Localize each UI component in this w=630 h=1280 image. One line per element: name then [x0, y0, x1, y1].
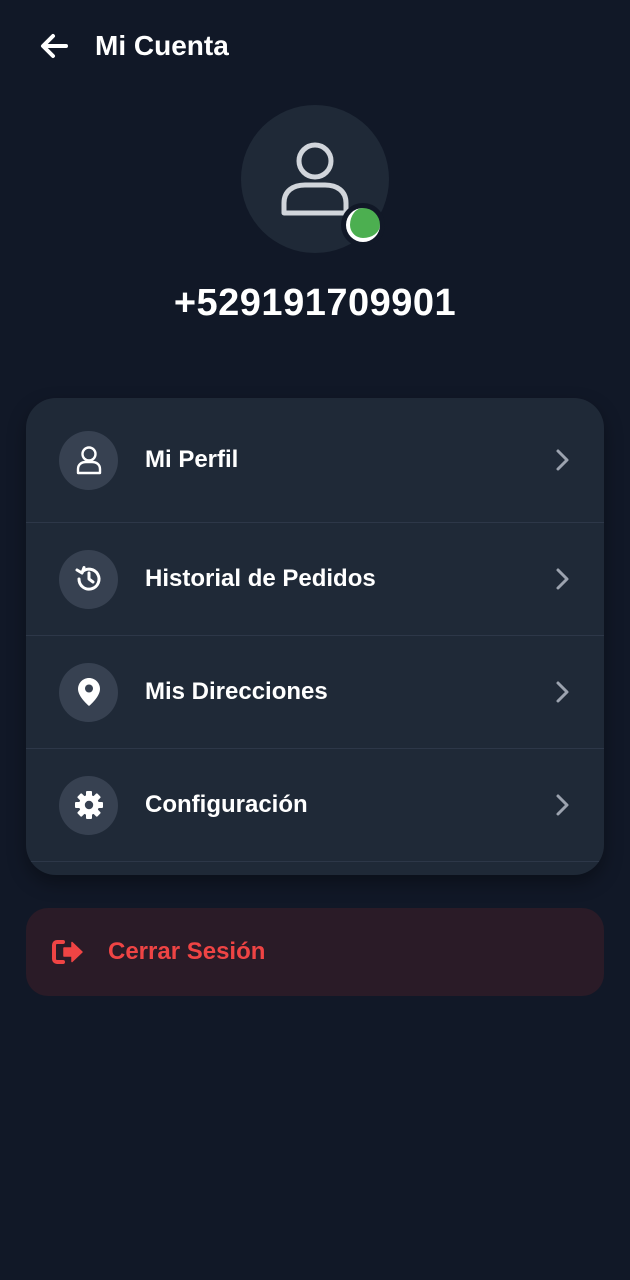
menu-item-label: Historial de Pedidos — [145, 565, 376, 592]
online-status-indicator — [341, 203, 385, 247]
chevron-right-icon — [550, 793, 574, 817]
logout-icon — [52, 936, 84, 968]
menu-icon-circle — [59, 662, 118, 722]
menu-item-addresses[interactable]: Mis Direcciones — [26, 636, 604, 749]
account-screen: Mi Cuenta +529191709901 Mi Perfil Histor… — [0, 0, 630, 1280]
user-icon — [76, 446, 101, 475]
history-icon — [75, 566, 100, 591]
arrow-left-icon — [41, 34, 68, 58]
menu-item-settings[interactable]: Configuración — [26, 749, 604, 862]
chevron-right-icon — [550, 680, 574, 704]
status-dot — [346, 208, 380, 242]
location-pin-icon — [77, 678, 100, 706]
menu-item-label: Configuración — [145, 791, 308, 818]
chevron-right-icon — [550, 448, 574, 472]
user-icon — [281, 142, 349, 216]
phone-number: +529191709901 — [173, 282, 457, 324]
header: Mi Cuenta — [0, 0, 630, 92]
menu-item-label: Mi Perfil — [145, 446, 239, 473]
menu-icon-circle — [59, 430, 118, 490]
menu-item-label: Mis Direcciones — [145, 678, 328, 705]
menu-item-profile[interactable]: Mi Perfil — [26, 398, 604, 523]
menu-card: Mi Perfil Historial de Pedidos Mis Direc… — [26, 398, 604, 875]
back-button[interactable] — [30, 22, 78, 70]
logout-button[interactable]: Cerrar Sesión — [26, 908, 604, 996]
menu-icon-circle — [59, 549, 118, 609]
logout-label: Cerrar Sesión — [108, 938, 266, 965]
menu-item-order-history[interactable]: Historial de Pedidos — [26, 523, 604, 636]
chevron-right-icon — [550, 567, 574, 591]
gear-icon — [74, 791, 103, 819]
page-title: Mi Cuenta — [95, 30, 229, 61]
menu-icon-circle — [59, 775, 118, 835]
